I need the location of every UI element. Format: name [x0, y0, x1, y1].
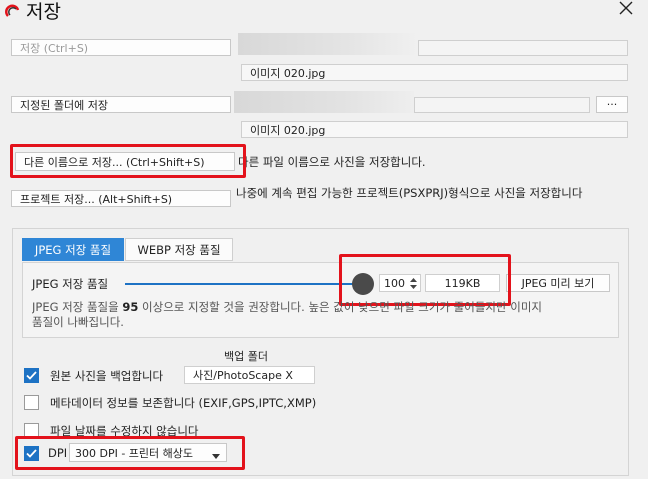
quality-hint-line1: JPEG 저장 품질을 95 이상으로 지정할 것을 권장합니다. 높은 값이 …	[32, 300, 542, 314]
quality-slider-knob[interactable]	[352, 273, 374, 295]
quality-hint-line2: 품질이 나빠집니다.	[32, 315, 124, 329]
keep-date-label: 파일 날짜를 수정하지 않습니다	[50, 424, 199, 438]
browse-folder-label: ···	[606, 98, 618, 111]
close-icon[interactable]	[618, 0, 634, 16]
backup-folder-value: 사진/PhotoScape X	[193, 369, 293, 382]
checkmark-icon	[26, 371, 37, 380]
jpeg-preview-button[interactable]: JPEG 미리 보기	[506, 274, 610, 292]
quality-hint: JPEG 저장 품질을 95 이상으로 지정할 것을 권장합니다. 높은 값이 …	[32, 300, 617, 330]
save-filename-field[interactable]: 이미지 020.jpg	[241, 64, 628, 81]
folder-filename-field[interactable]: 이미지 020.jpg	[241, 121, 628, 138]
quality-value: 100	[384, 276, 405, 290]
window-title: 저장	[26, 1, 61, 23]
file-size-field: 119KB	[425, 274, 500, 292]
save-button[interactable]: 저장 (Ctrl+S)	[11, 39, 231, 56]
backup-checkbox[interactable]	[24, 368, 39, 383]
folder-path-display	[234, 91, 414, 113]
metadata-label: 메타데이터 정보를 보존합니다 (EXIF,GPS,IPTC,XMP)	[50, 396, 317, 410]
folder-filename: 이미지 020.jpg	[250, 123, 326, 137]
keep-date-checkbox[interactable]	[24, 423, 39, 438]
save-as-button[interactable]: 다른 이름으로 저장... (Ctrl+Shift+S)	[15, 152, 235, 171]
backup-folder-field[interactable]: 사진/PhotoScape X	[184, 366, 315, 384]
checkmark-icon	[26, 449, 37, 458]
dpi-dropdown[interactable]: 300 DPI - 프린터 해상도	[69, 443, 227, 462]
save-as-description: 다른 파일 이름으로 사진을 저장합니다.	[238, 155, 426, 169]
tab-jpeg-quality[interactable]: JPEG 저장 품질	[22, 238, 124, 261]
browse-folder-button[interactable]: ···	[596, 96, 628, 113]
tab-jpeg-label: JPEG 저장 품질	[34, 242, 112, 257]
file-size: 119KB	[444, 276, 481, 290]
save-as-label: 다른 이름으로 저장... (Ctrl+Shift+S)	[24, 155, 205, 169]
file-path-display	[238, 33, 418, 55]
quality-slider-track[interactable]	[125, 283, 355, 285]
save-to-folder-button[interactable]: 지정된 폴더에 저장	[11, 96, 231, 113]
spinner-arrows-icon[interactable]	[410, 277, 417, 290]
quality-label: JPEG 저장 품질	[32, 277, 109, 291]
title-bar: 저장	[0, 0, 648, 24]
save-filename: 이미지 020.jpg	[250, 66, 326, 80]
metadata-checkbox[interactable]	[24, 395, 39, 410]
dpi-checkbox[interactable]	[24, 446, 39, 461]
path-field	[418, 40, 628, 56]
save-button-label: 저장 (Ctrl+S)	[20, 41, 89, 55]
folder-path-field	[414, 97, 590, 113]
tab-webp-quality[interactable]: WEBP 저장 품질	[125, 238, 233, 261]
backup-folder-label: 백업 폴더	[224, 350, 268, 363]
save-project-label: 프로젝트 저장... (Alt+Shift+S)	[20, 192, 173, 206]
app-logo-icon	[4, 2, 22, 20]
quality-value-spinner[interactable]: 100	[379, 274, 421, 292]
save-to-folder-label: 지정된 폴더에 저장	[20, 98, 108, 112]
tab-webp-label: WEBP 저장 품질	[137, 242, 221, 257]
dropdown-arrow-icon	[212, 450, 220, 459]
backup-label: 원본 사진을 백업합니다	[50, 369, 164, 383]
dpi-selected: 300 DPI - 프린터 해상도	[75, 446, 194, 460]
dpi-label: DPI	[48, 446, 68, 460]
jpeg-preview-label: JPEG 미리 보기	[521, 277, 595, 290]
save-project-button[interactable]: 프로젝트 저장... (Alt+Shift+S)	[11, 190, 231, 207]
save-project-description: 나중에 계속 편집 가능한 프로젝트(PSXPRJ)형식으로 사진을 저장합니다	[236, 186, 583, 200]
